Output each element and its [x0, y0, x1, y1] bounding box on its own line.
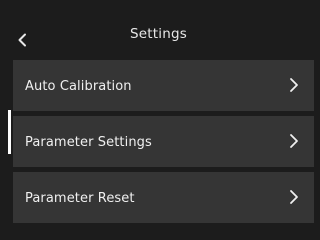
- menu-item-parameter-reset[interactable]: Parameter Reset: [13, 172, 314, 223]
- chevron-right-icon: [290, 134, 298, 148]
- menu-item-label: Parameter Settings: [25, 135, 152, 150]
- selection-indicator: [8, 110, 11, 154]
- menu-item-parameter-settings[interactable]: Parameter Settings: [13, 116, 314, 167]
- header: Settings: [0, 0, 317, 58]
- menu-item-label: Auto Calibration: [25, 79, 132, 94]
- chevron-right-icon: [290, 78, 298, 92]
- chevron-right-icon: [290, 190, 298, 204]
- menu-item-auto-calibration[interactable]: Auto Calibration: [13, 60, 314, 111]
- settings-screen: Settings Auto Calibration Parameter Sett…: [0, 0, 317, 240]
- settings-menu: Auto Calibration Parameter Settings Para…: [13, 60, 314, 228]
- page-title: Settings: [130, 26, 187, 42]
- menu-item-label: Parameter Reset: [25, 191, 135, 206]
